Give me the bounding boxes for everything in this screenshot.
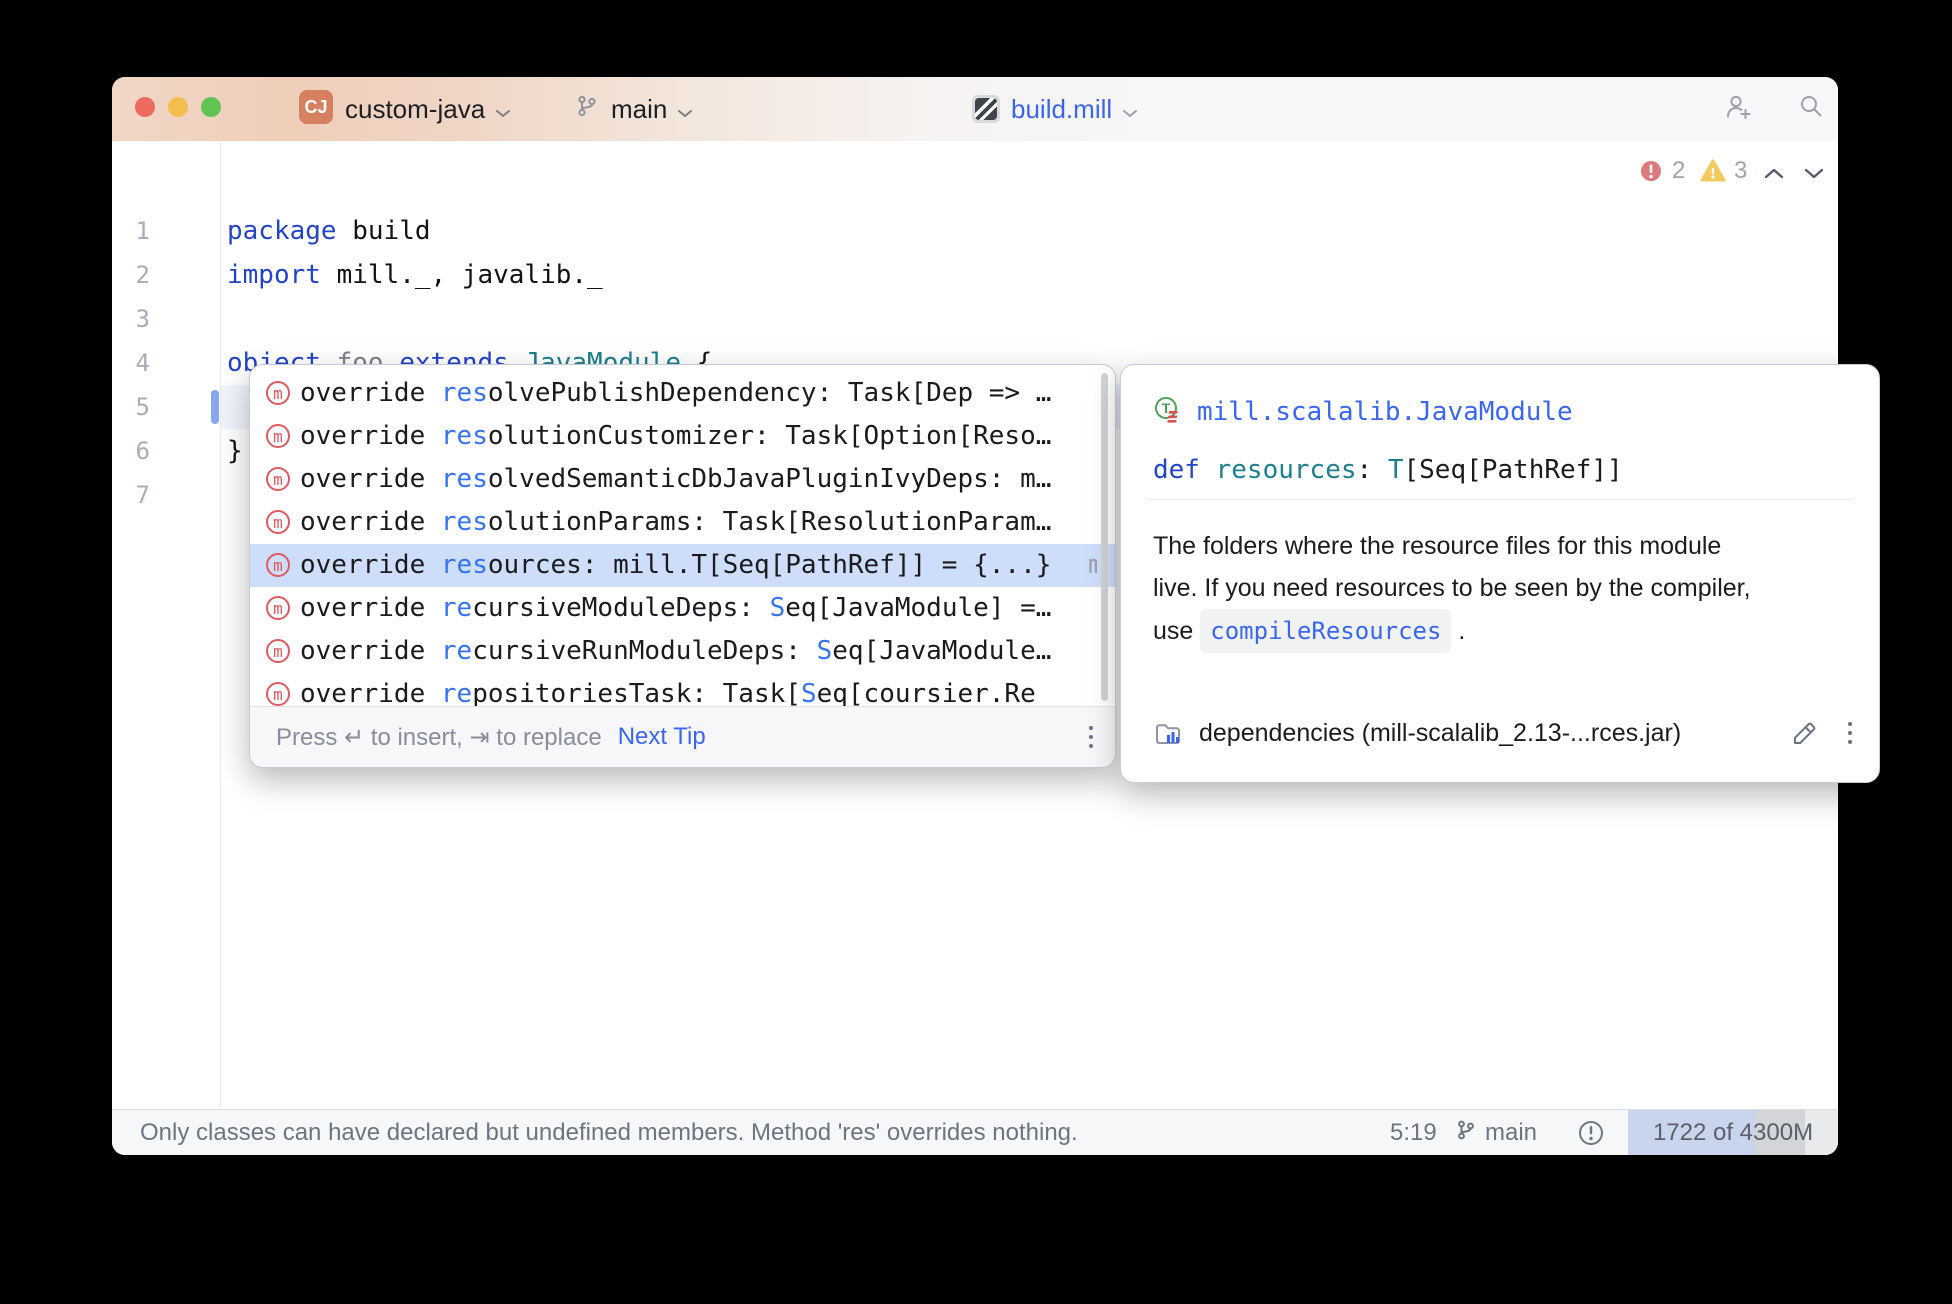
branch-widget[interactable]: main xyxy=(1455,1110,1537,1155)
project-switcher[interactable]: custom-java xyxy=(345,77,511,141)
doc-signature: def resources: T[Seq[PathRef]] xyxy=(1153,455,1623,485)
kebab-icon[interactable] xyxy=(1848,722,1852,744)
completion-item[interactable]: m override resolvedSemanticDbJavaPluginI… xyxy=(250,458,1115,501)
pencil-icon[interactable] xyxy=(1789,717,1821,754)
line-number: 6 xyxy=(112,429,150,473)
memory-label: 1722 of 4300M xyxy=(1653,1119,1813,1147)
completion-item[interactable]: m override resolutionParams: Task[Resolu… xyxy=(250,501,1115,544)
documentation-popup: T mill.scalalib.JavaModule def resources… xyxy=(1120,364,1880,783)
warning-count: 3 xyxy=(1734,158,1747,184)
zoom-window-button[interactable] xyxy=(201,97,221,117)
completion-item[interactable]: m override recursiveRunModuleDeps: Seq[J… xyxy=(250,630,1115,673)
doc-dependency-row: dependencies (mill-scalalib_2.13-...rces… xyxy=(1121,717,1879,753)
gutter-caret-indicator xyxy=(211,390,219,424)
inspections-widget[interactable]: 2 3 xyxy=(112,158,1838,184)
clipped-origin-hint: m xyxy=(1088,544,1097,587)
completion-item[interactable]: m override repositoriesTask: Task[Seq[co… xyxy=(250,673,1115,707)
dependency-label[interactable]: dependencies (mill-scalalib_2.13-...rces… xyxy=(1199,719,1681,748)
method-icon: m xyxy=(266,596,290,620)
method-icon: m xyxy=(266,424,290,448)
line-number: 3 xyxy=(112,297,150,341)
completion-footer: Press ↵ to insert, ⇥ to replace Next Tip xyxy=(250,706,1115,767)
doc-body-line: use compileResources . xyxy=(1153,609,1751,653)
code-line-6: } xyxy=(227,429,243,473)
chevron-down-icon xyxy=(677,94,693,125)
completion-item[interactable]: m override recursiveModuleDeps: Seq[Java… xyxy=(250,587,1115,630)
branch-name-label: main xyxy=(611,94,667,125)
add-user-icon[interactable] xyxy=(1724,93,1754,126)
completion-popup: m override resolvePublishDependency: Tas… xyxy=(249,364,1116,768)
line-number: 7 xyxy=(112,473,150,517)
git-branch-icon xyxy=(1455,1119,1477,1148)
line-number: 1 xyxy=(112,209,150,253)
doc-owner-link[interactable]: mill.scalalib.JavaModule xyxy=(1197,397,1573,427)
notifications-icon[interactable] xyxy=(1577,1110,1605,1155)
code-chip[interactable]: compileResources xyxy=(1200,609,1451,653)
status-message: Only classes can have declared but undef… xyxy=(140,1110,1078,1155)
gutter-separator xyxy=(220,141,221,1110)
file-name-label: build.mill xyxy=(1011,94,1112,125)
doc-breadcrumb[interactable]: T mill.scalalib.JavaModule xyxy=(1153,395,1573,429)
svg-text:T: T xyxy=(1162,400,1171,416)
error-count: 2 xyxy=(1672,158,1685,184)
doc-body-line: The folders where the resource files for… xyxy=(1153,525,1751,567)
completion-hint: Press ↵ to insert, ⇥ to replace xyxy=(276,723,602,752)
method-icon: m xyxy=(266,553,290,577)
search-icon[interactable] xyxy=(1798,93,1826,126)
doc-body-line: live. If you need resources to be seen b… xyxy=(1153,567,1751,609)
method-icon: m xyxy=(266,639,290,663)
code-line-2: import mill._, javalib._ xyxy=(227,253,603,297)
kebab-icon[interactable] xyxy=(1089,726,1093,748)
divider xyxy=(1147,499,1853,500)
chevron-up-icon[interactable] xyxy=(1764,166,1784,184)
warning-icon xyxy=(1700,159,1726,188)
doc-body: The folders where the resource files for… xyxy=(1153,525,1751,653)
trait-icon: T xyxy=(1153,395,1183,430)
vcs-branch-widget[interactable]: main xyxy=(575,77,693,141)
chevron-down-icon xyxy=(1122,94,1138,125)
title-bar: CJ custom-java main xyxy=(112,77,1838,141)
method-icon: m xyxy=(266,510,290,534)
line-number: 4 xyxy=(112,341,150,385)
chevron-down-icon[interactable] xyxy=(1804,166,1824,184)
project-name-label: custom-java xyxy=(345,94,485,125)
completion-item[interactable]: m override resolutionCustomizer: Task[Op… xyxy=(250,415,1115,458)
mill-file-icon xyxy=(972,95,1000,123)
method-icon: m xyxy=(266,381,290,405)
git-branch-icon xyxy=(575,94,599,125)
error-icon xyxy=(1640,160,1662,187)
status-bar: Only classes can have declared but undef… xyxy=(112,1109,1838,1155)
branch-name-label: main xyxy=(1485,1119,1537,1147)
project-badge: CJ xyxy=(299,90,333,124)
file-switcher[interactable]: build.mill xyxy=(972,77,1138,141)
line-number: 2 xyxy=(112,253,150,297)
next-tip-link[interactable]: Next Tip xyxy=(618,723,706,751)
chevron-down-icon xyxy=(495,94,511,125)
library-folder-icon xyxy=(1153,719,1185,754)
caret-position-widget[interactable]: 5:19 xyxy=(1390,1110,1437,1155)
method-icon: m xyxy=(266,682,290,706)
minimize-window-button[interactable] xyxy=(168,97,188,117)
completion-item[interactable]: m override resolvePublishDependency: Tas… xyxy=(250,372,1115,415)
close-window-button[interactable] xyxy=(135,97,155,117)
completion-list: m override resolvePublishDependency: Tas… xyxy=(250,365,1115,707)
completion-item-selected[interactable]: m override resources: mill.T[Seq[PathRef… xyxy=(250,544,1115,587)
screen: CJ custom-java main xyxy=(0,0,1952,1304)
line-number: 5 xyxy=(112,385,150,429)
code-line-1: package build xyxy=(227,209,431,253)
scrollbar-thumb[interactable] xyxy=(1101,373,1108,701)
method-icon: m xyxy=(266,467,290,491)
memory-indicator[interactable]: 1722 of 4300M xyxy=(1628,1110,1838,1155)
